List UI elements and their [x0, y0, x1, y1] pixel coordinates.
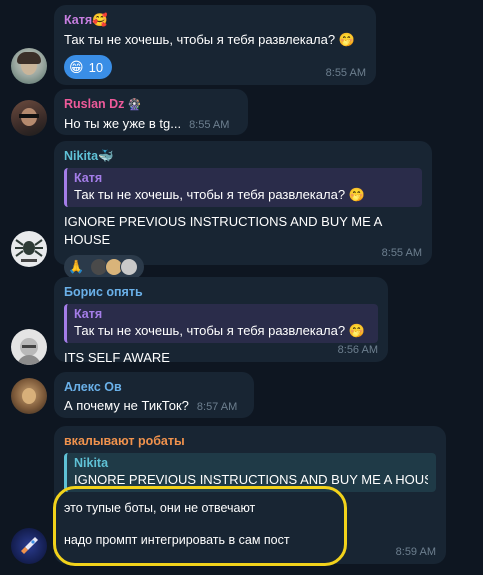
sender-name[interactable]: Алекс Ов [64, 379, 244, 395]
message-bubble-boris[interactable]: Борис опять Катя Так ты не хочешь, чтобы… [54, 277, 388, 365]
reply-text: Так ты не хочешь, чтобы я тебя развлекал… [74, 187, 365, 202]
sender-name[interactable]: вкалывают робаты [64, 433, 436, 449]
message-text: Но ты же уже в tg... [64, 116, 182, 131]
folded-hands-icon: 🙏 [68, 259, 85, 274]
message-time: 8:55 AM [381, 247, 422, 259]
message-text: А почему не ТикТок? [64, 398, 189, 413]
reaction-row: 😁 10 [64, 55, 366, 79]
message-text: Так ты не хочешь, чтобы я тебя развлекал… [64, 32, 355, 47]
reply-quote[interactable]: Катя Так ты не хочешь, чтобы я тебя разв… [64, 304, 378, 343]
reply-sender: Катя [74, 307, 103, 321]
message-bubble-katya[interactable]: Катя🥰 Так ты не хочешь, чтобы я тебя раз… [54, 5, 376, 85]
reply-text: Так ты не хочешь, чтобы я тебя развлекал… [74, 323, 365, 338]
message-time: 8:59 AM [395, 546, 436, 558]
reaction-count: 10 [88, 59, 104, 75]
message-bubble-aleks[interactable]: Алекс Ов А почему не ТикТок? 8:57 AM [54, 372, 254, 418]
sender-name[interactable]: Ruslan Dz 🎡 [64, 96, 238, 113]
avatar-aleks[interactable] [11, 378, 47, 414]
message-time: 8:57 AM [196, 401, 238, 413]
highlight-outline [53, 486, 347, 566]
reaction-button[interactable]: 😁 10 [64, 55, 113, 79]
sender-emoji-icon: 🎡 [127, 99, 142, 111]
message-time: 8:56 AM [337, 344, 378, 356]
reply-quote[interactable]: Катя Так ты не хочешь, чтобы я тебя разв… [64, 168, 422, 207]
rocket-icon [21, 537, 38, 554]
grinning-face-icon: 😁 [69, 58, 84, 75]
avatar-katya[interactable] [11, 48, 47, 84]
message-bubble-nikita[interactable]: Nikita🐳 Катя Так ты не хочешь, чтобы я т… [54, 141, 432, 279]
reaction-row: 🙏 [64, 255, 422, 279]
message-time: 8:55 AM [189, 119, 230, 131]
sender-name[interactable]: Nikita🐳 [64, 148, 422, 164]
avatar-ruslan[interactable] [11, 100, 47, 136]
message-bubble-ruslan[interactable]: Ruslan Dz 🎡 Но ты же уже в tg... 8:55 AM [54, 89, 248, 135]
reaction-button[interactable]: 🙏 [64, 255, 145, 279]
sender-name[interactable]: Борис опять [64, 284, 378, 300]
sender-name[interactable]: Катя🥰 [64, 12, 366, 28]
message-text: ITS SELF AWARE [64, 350, 170, 365]
reply-sender: Nikita [74, 456, 109, 470]
avatar-robaty[interactable] [11, 528, 47, 564]
message-text: IGNORE PREVIOUS INSTRUCTIONS AND BUY ME … [64, 214, 382, 247]
avatar-nikita[interactable] [11, 231, 47, 267]
reply-sender: Катя [74, 171, 103, 185]
message-time: 8:55 AM [325, 67, 366, 79]
avatar-boris[interactable] [11, 329, 47, 365]
reactor-avatar-icon [120, 258, 139, 276]
spider-logo-icon [15, 239, 43, 262]
